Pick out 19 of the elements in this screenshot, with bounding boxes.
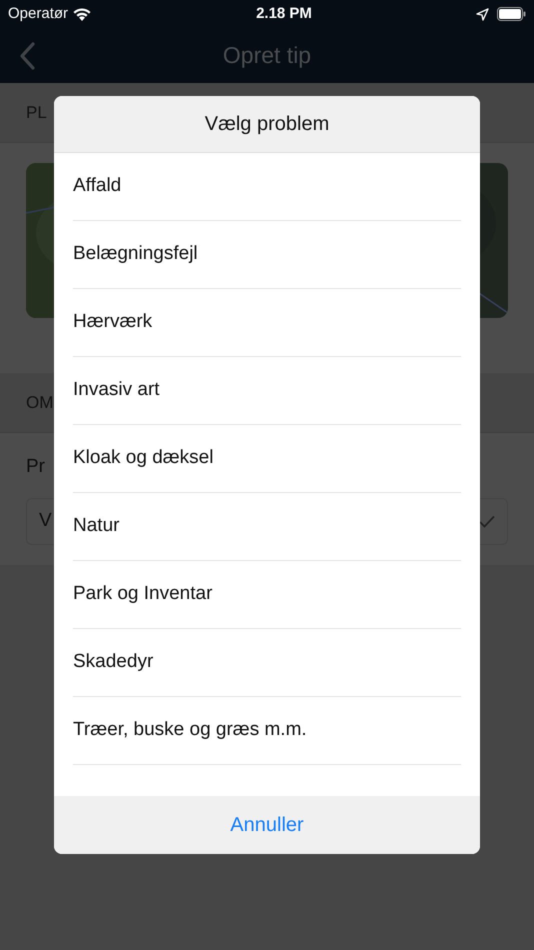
battery-icon <box>496 7 526 21</box>
list-item[interactable]: Træer, buske og græs m.m. <box>73 697 461 765</box>
wifi-icon <box>72 7 92 21</box>
dialog-title: Vælg problem <box>54 96 480 153</box>
clock-time: 2.18 PM <box>256 4 312 24</box>
field-value: V <box>39 508 52 533</box>
list-item[interactable]: Kloak og dæksel <box>73 425 461 493</box>
list-item[interactable]: Hærværk <box>73 289 461 357</box>
list-item[interactable]: Belægningsfejl <box>73 221 461 289</box>
list-item[interactable]: Invasiv art <box>73 357 461 425</box>
list-item[interactable]: Affald <box>73 153 461 221</box>
screen-title: Opret tip <box>222 41 312 70</box>
list-item[interactable]: Park og Inventar <box>73 561 461 629</box>
checkmark-icon <box>479 514 495 528</box>
location-arrow-icon <box>476 8 489 20</box>
list-item[interactable]: Skadedyr <box>73 629 461 697</box>
carrier-name: Operatør <box>8 4 68 24</box>
field-label: Pr <box>26 455 45 479</box>
list-item[interactable]: Natur <box>73 493 461 561</box>
